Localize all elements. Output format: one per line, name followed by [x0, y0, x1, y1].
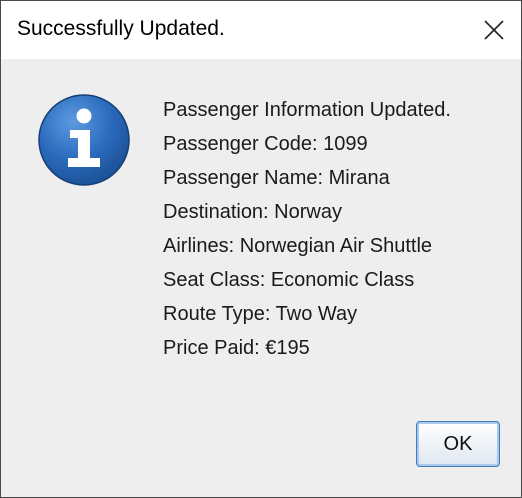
ok-button[interactable]: OK [416, 421, 500, 467]
message-line-seat-class: Seat Class: Economic Class [163, 269, 415, 291]
title-bar[interactable]: Successfully Updated. [1, 1, 521, 59]
message-text: Passenger Information Updated. Passenger… [163, 93, 451, 365]
message-line-route-type: Route Type: Two Way [163, 303, 358, 325]
message-line-airlines: Airlines: Norwegian Air Shuttle [163, 235, 433, 257]
close-button[interactable] [475, 11, 513, 49]
dialog-title: Successfully Updated. [17, 17, 225, 40]
message-line-status: Passenger Information Updated. [163, 99, 451, 121]
message-line-passenger-name: Passenger Name: Mirana [163, 167, 390, 189]
message-line-destination: Destination: Norway [163, 201, 342, 223]
dialog-content: Passenger Information Updated. Passenger… [1, 59, 521, 497]
message-line-price-paid: Price Paid: €195 [163, 337, 310, 359]
message-dialog: Successfully Updated. Passenger Informat… [0, 0, 522, 498]
information-icon [38, 94, 130, 186]
message-line-passenger-code: Passenger Code: 1099 [163, 133, 368, 155]
close-icon [484, 20, 504, 40]
